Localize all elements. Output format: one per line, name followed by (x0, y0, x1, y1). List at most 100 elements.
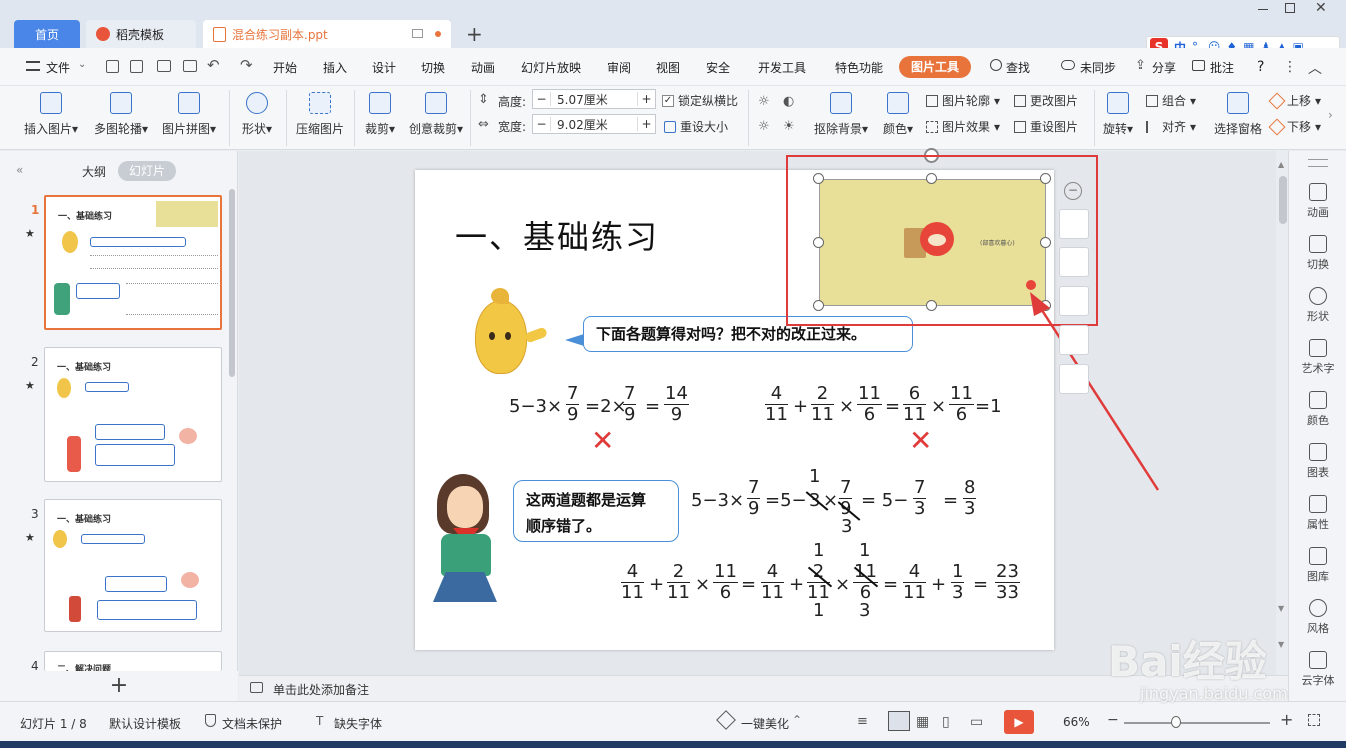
color-button[interactable]: 颜色▾ (878, 92, 918, 137)
menu-insert[interactable]: 插入 (323, 59, 347, 76)
page-up-icon[interactable]: ▼ (1278, 604, 1284, 613)
canvas-scrollbar[interactable] (1279, 176, 1287, 224)
align-button[interactable]: 对齐 ▾ (1146, 118, 1196, 135)
tab-document[interactable]: 混合练习副本.ppt (203, 20, 451, 48)
shape-button[interactable]: 形状▾ (235, 92, 279, 137)
menu-sync[interactable]: 未同步 (1080, 59, 1116, 76)
image-to-text-icon[interactable] (1059, 364, 1089, 394)
crop-float-icon[interactable] (1059, 286, 1089, 316)
menu-view[interactable]: 视图 (656, 59, 680, 76)
reading-view-icon[interactable]: ▯ (942, 714, 950, 730)
panel-shape[interactable]: 形状 (1289, 287, 1346, 324)
missing-font[interactable]: 缺失字体 (334, 715, 382, 732)
page-down-icon[interactable]: ▼ (1278, 640, 1284, 649)
slide-thumbnail-1[interactable]: 一、基础练习 (44, 195, 222, 330)
collapse-float-icon[interactable]: − (1064, 182, 1082, 200)
line-spacing-icon[interactable]: ≡ (857, 714, 868, 729)
speech-bubble-2[interactable]: 这两道题都是运算 顺序错了。 (513, 480, 679, 542)
normal-view-icon[interactable] (888, 711, 910, 731)
menu-share[interactable]: 分享 (1152, 59, 1176, 76)
zoom-slider[interactable] (1124, 722, 1270, 724)
menu-slideshow[interactable]: 幻灯片放映 (521, 59, 581, 76)
height-increment[interactable]: + (637, 92, 655, 106)
picture-effect-button[interactable]: 图片效果 ▾ (926, 118, 1000, 135)
menu-file[interactable]: 文件 (46, 59, 70, 76)
menu-design[interactable]: 设计 (372, 59, 396, 76)
picture-collage-button[interactable]: 图片拼图▾ (160, 92, 218, 137)
slide-thumbnail-2[interactable]: 一、基础练习 (44, 347, 222, 482)
adjust-light-icon[interactable]: ☼ (758, 119, 770, 134)
cloud-icon[interactable] (1061, 60, 1075, 70)
reset-size-button[interactable]: 重设大小 (664, 118, 728, 135)
panel-transition[interactable]: 切换 (1289, 235, 1346, 272)
potato-character[interactable] (473, 288, 549, 378)
notes-view-icon[interactable]: ▭ (970, 714, 983, 730)
adjust-brightness-icon[interactable]: ☼ (758, 94, 770, 109)
panel-color[interactable]: 颜色 (1289, 391, 1346, 428)
adjust-dark-icon[interactable]: ☀ (783, 119, 795, 134)
more-icon[interactable]: ⋮ (1283, 59, 1297, 75)
crop-button[interactable]: 裁剪▾ (360, 92, 400, 137)
slide-thumbnail-3[interactable]: 一、基础练习 (44, 499, 222, 632)
image-translate-icon[interactable] (1059, 325, 1089, 355)
rotate-button[interactable]: 旋转▾ (1098, 92, 1138, 137)
creative-crop-button[interactable]: 创意裁剪▾ (408, 92, 464, 137)
tab-template[interactable]: 稻壳模板 (86, 20, 196, 48)
chevron-up-icon[interactable]: ⌃ (792, 713, 802, 727)
change-picture-button[interactable]: 更改图片 (1014, 92, 1078, 109)
menu-transition[interactable]: 切换 (421, 59, 445, 76)
picture-outline-button[interactable]: 图片轮廓 ▾ (926, 92, 1000, 109)
zoom-level[interactable]: 66% (1063, 715, 1090, 729)
panel-animation[interactable]: 动画 (1289, 183, 1346, 220)
equation-3[interactable]: 5−3× 79 =5− 1 3 × 79 3 = 5− 73 = 83 (691, 466, 991, 538)
equation-2[interactable]: 4 11 + 2 11 × 11 6 = 6 11 × 11 6 =1 (765, 384, 1015, 428)
girl-character[interactable] (423, 472, 505, 604)
new-tab-button[interactable]: + (466, 22, 483, 46)
menu-developer[interactable]: 开发工具 (758, 59, 806, 76)
menu-comment[interactable]: 批注 (1210, 59, 1234, 76)
chevron-down-icon[interactable]: ⌄ (78, 59, 86, 70)
compress-button[interactable]: 压缩图片 (292, 92, 348, 137)
one-click-beautify[interactable]: 一键美化 (741, 715, 789, 732)
screen-icon[interactable] (412, 29, 423, 38)
width-decrement[interactable]: − (533, 117, 551, 131)
zoom-slider-thumb[interactable] (1171, 716, 1181, 728)
share-icon[interactable]: ⇪ (1135, 58, 1146, 73)
lock-ratio-checkbox[interactable]: ✓ 锁定纵横比 (662, 92, 738, 109)
width-increment[interactable]: + (637, 117, 655, 131)
save-icon[interactable] (106, 60, 119, 73)
panel-wordart[interactable]: 艺术字 (1289, 339, 1346, 376)
minimize-icon[interactable] (1258, 9, 1268, 10)
collapse-panel-icon[interactable]: « (16, 163, 23, 177)
slide-title[interactable]: 一、基础练习 (455, 212, 659, 258)
play-slideshow-button[interactable]: ▶ (1004, 710, 1034, 734)
panel-cloud-font[interactable]: 云字体 (1289, 651, 1346, 688)
panel-scrollbar[interactable] (229, 189, 235, 377)
selection-pane-button[interactable]: 选择窗格 (1210, 92, 1266, 137)
panel-style[interactable]: 风格 (1289, 599, 1346, 636)
height-decrement[interactable]: − (533, 92, 551, 106)
width-field[interactable]: − 9.02厘米 + (532, 114, 656, 134)
menu-search[interactable]: 查找 (1006, 59, 1030, 76)
hamburger-icon[interactable] (26, 61, 40, 71)
help-button[interactable]: ? (1257, 59, 1264, 75)
redo-icon[interactable]: ↷ (240, 56, 253, 74)
remove-background-button[interactable]: 抠除背景▾ (812, 92, 870, 137)
preview-icon[interactable] (183, 60, 197, 72)
menu-special[interactable]: 特色功能 (835, 59, 883, 76)
menu-picture-tools[interactable]: 图片工具 (899, 56, 971, 78)
document-protection[interactable]: 文档未保护 (222, 715, 282, 732)
equation-1[interactable]: 5−3× 79 =2× 79 = 14 9 (509, 384, 705, 428)
menu-start[interactable]: 开始 (273, 59, 297, 76)
equation-4[interactable]: 4 11 + 2 11 × 11 6 = 4 11 + 1 2 11 1 × 1 11 6 … (621, 540, 1041, 621)
move-up-button[interactable]: 上移 ▾ (1268, 92, 1321, 109)
design-template[interactable]: 默认设计模板 (109, 715, 181, 732)
undo-icon[interactable]: ↶ (207, 56, 220, 74)
menu-review[interactable]: 审阅 (607, 59, 631, 76)
zoom-in-icon[interactable] (1059, 247, 1089, 277)
panel-chart[interactable]: 图表 (1289, 443, 1346, 480)
tab-home[interactable]: 首页 (14, 20, 80, 48)
insert-picture-button[interactable]: 插入图片▾ (22, 92, 80, 137)
print-icon[interactable] (157, 60, 171, 72)
export-icon[interactable] (130, 60, 143, 73)
